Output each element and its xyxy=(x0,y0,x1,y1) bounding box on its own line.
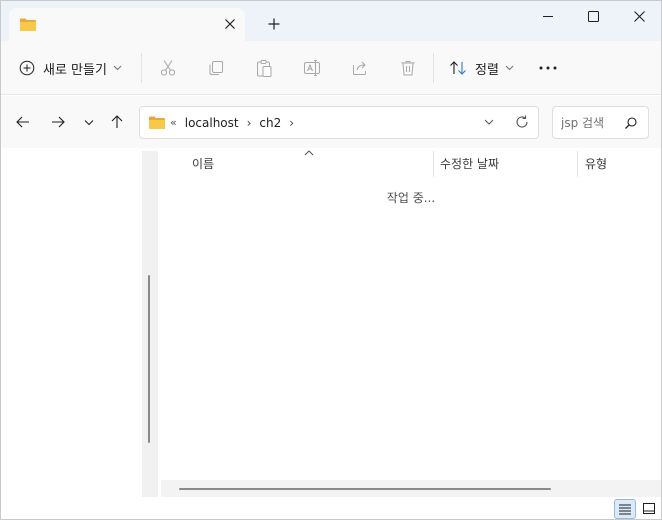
breadcrumb-chevron-icon[interactable]: › xyxy=(289,116,294,130)
navigation-row: « localhost › ch2 › xyxy=(1,96,661,148)
add-circle-icon xyxy=(19,60,35,76)
navigation-pane-scrollbar[interactable] xyxy=(142,151,158,497)
explorer-tab[interactable] xyxy=(9,8,245,41)
folder-icon xyxy=(19,17,37,32)
toolbar-divider xyxy=(433,53,434,83)
delete-icon[interactable] xyxy=(397,57,419,79)
search-icon[interactable] xyxy=(624,116,638,130)
sort-button[interactable]: 정렬 xyxy=(449,41,514,95)
back-arrow-icon[interactable] xyxy=(13,112,33,132)
address-dropdown-chevron-icon[interactable] xyxy=(482,115,496,129)
new-button-label: 새로 만들기 xyxy=(43,62,107,78)
cut-icon[interactable] xyxy=(157,57,179,79)
sort-caret-up-icon xyxy=(303,149,315,157)
minimize-icon[interactable] xyxy=(525,1,571,33)
column-header-name[interactable]: 이름 xyxy=(192,149,214,177)
maximize-icon[interactable] xyxy=(571,1,617,33)
loading-status: 작업 중... xyxy=(386,191,436,205)
column-divider[interactable] xyxy=(577,151,578,177)
share-icon[interactable] xyxy=(349,57,371,79)
breadcrumb-chevron-icon[interactable]: › xyxy=(247,116,252,130)
file-explorer-window: 새로 만들기 정렬 « localhost › ch2 › jsp 검색 이름 … xyxy=(0,0,662,520)
paste-icon[interactable] xyxy=(253,57,275,79)
breadcrumb-overflow[interactable]: « xyxy=(170,116,177,129)
more-icon[interactable] xyxy=(537,58,559,78)
scrollbar-thumb[interactable] xyxy=(179,488,551,490)
search-box[interactable] xyxy=(552,106,649,139)
window-close-icon[interactable] xyxy=(617,1,661,33)
toolbar-divider xyxy=(141,53,142,83)
breadcrumb-ch2[interactable]: ch2 xyxy=(259,116,281,130)
tab-close-icon[interactable] xyxy=(221,15,239,33)
search-input[interactable] xyxy=(561,114,621,132)
refresh-icon[interactable] xyxy=(514,114,530,130)
command-bar: 새로 만들기 정렬 xyxy=(1,41,661,95)
title-bar xyxy=(1,1,661,41)
new-tab-plus-icon[interactable] xyxy=(264,14,284,34)
up-arrow-icon[interactable] xyxy=(107,112,127,132)
navigation-pane[interactable] xyxy=(1,149,141,497)
new-button[interactable]: 새로 만들기 xyxy=(19,41,122,95)
horizontal-scrollbar[interactable] xyxy=(161,480,661,497)
details-view-icon[interactable] xyxy=(614,499,636,519)
sort-button-label: 정렬 xyxy=(475,62,499,78)
folder-icon xyxy=(148,115,166,130)
preview-view-icon[interactable] xyxy=(639,499,659,519)
column-divider[interactable] xyxy=(433,151,434,177)
column-header-type[interactable]: 유형 xyxy=(585,149,607,177)
address-bar[interactable]: « localhost › ch2 › xyxy=(139,106,539,139)
sort-arrows-icon xyxy=(449,60,467,76)
file-list: 이름 수정한 날짜 유형 작업 중... xyxy=(161,149,661,479)
scrollbar-thumb[interactable] xyxy=(148,275,150,443)
rename-icon[interactable] xyxy=(301,57,323,79)
chevron-down-icon xyxy=(113,65,122,71)
copy-icon[interactable] xyxy=(205,57,227,79)
forward-arrow-icon[interactable] xyxy=(48,112,68,132)
chevron-down-icon xyxy=(505,65,514,71)
breadcrumb: « localhost › ch2 › xyxy=(170,107,302,138)
status-bar xyxy=(1,497,661,519)
recent-locations-chevron-icon[interactable] xyxy=(79,112,99,132)
breadcrumb-localhost[interactable]: localhost xyxy=(185,116,239,130)
column-header-date-modified[interactable]: 수정한 날짜 xyxy=(440,149,499,177)
